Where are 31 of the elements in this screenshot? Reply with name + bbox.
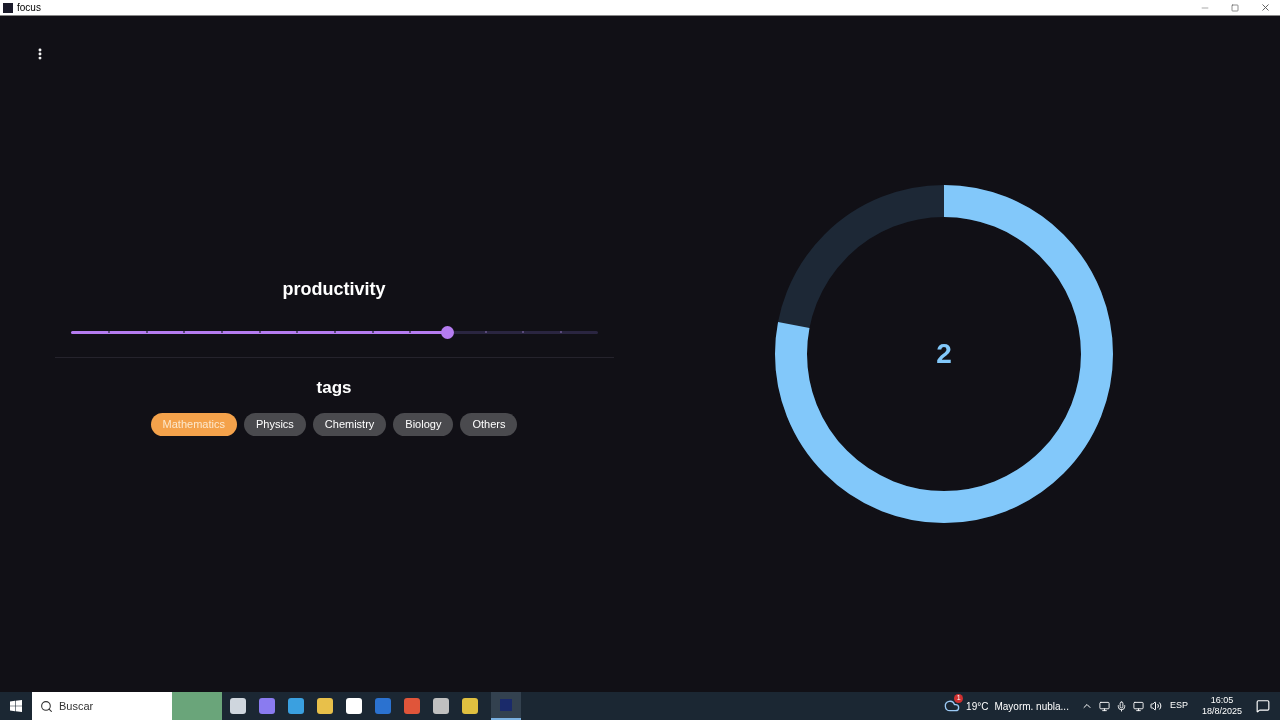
tag-chip[interactable]: Chemistry [312, 412, 387, 436]
clock-date: 18/8/2025 [1201, 706, 1242, 717]
taskbar-app-icon[interactable] [491, 692, 521, 720]
search-input[interactable]: Buscar [59, 697, 166, 715]
slider-thumb[interactable] [440, 325, 454, 339]
tag-chip[interactable]: Others [460, 412, 518, 436]
tag-chip[interactable]: Physics [243, 412, 306, 436]
weather-condition: Mayorm. nubla... [994, 699, 1069, 714]
clock-time: 16:05 [1210, 695, 1234, 706]
network-icon [1132, 700, 1144, 712]
app-icon [3, 2, 13, 13]
cloud-icon [944, 698, 961, 714]
progress-count: 2 [936, 337, 952, 371]
search-icon [40, 699, 53, 713]
tags-heading: tags [316, 377, 352, 399]
close-icon [1259, 2, 1271, 13]
landscape-illustration [172, 692, 222, 720]
speaker-icon [1149, 700, 1162, 712]
notifications-button[interactable] [1256, 699, 1270, 713]
windows-logo-icon [10, 700, 22, 712]
language-indicator[interactable]: ESP [1169, 699, 1188, 713]
temperature: 19°C [966, 699, 989, 714]
restore-icon [1231, 3, 1239, 12]
tag-chip[interactable]: Biology [393, 412, 454, 436]
productivity-slider[interactable] [70, 325, 598, 339]
microphone-icon [1115, 700, 1127, 712]
search-field[interactable]: Buscar [32, 692, 222, 720]
notifications-icon [1256, 699, 1270, 713]
window-title: focus [17, 2, 41, 13]
productivity-heading: productivity [282, 278, 386, 301]
monitor-icon [1098, 700, 1110, 712]
